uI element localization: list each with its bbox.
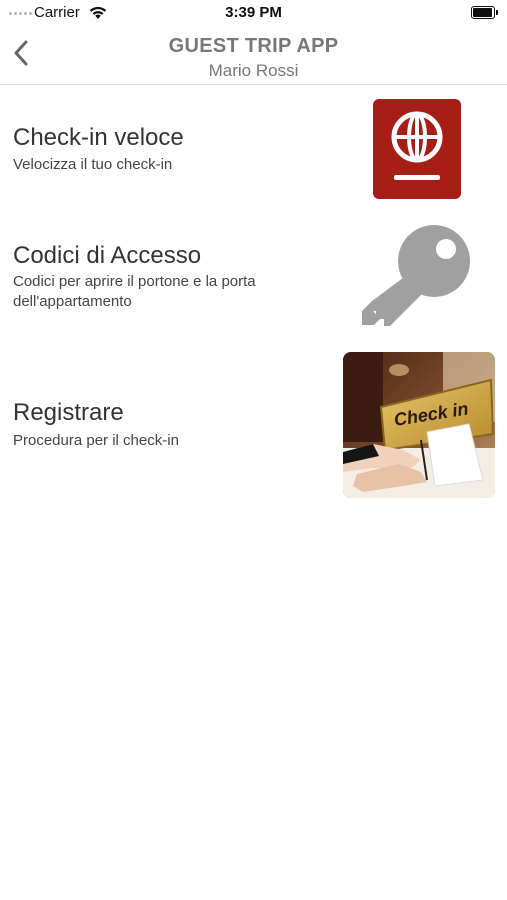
menu-item-title: Check-in veloce [13, 124, 184, 151]
menu-item-description: Codici per aprire il portone e la porta … [13, 273, 256, 310]
status-bar: Carrier 3:39 PM [0, 0, 507, 26]
menu-item-title: Codici di Accesso [13, 242, 202, 269]
menu-item-title: Registrare [13, 399, 124, 426]
check-in-photo: Check in [343, 352, 495, 498]
passport-icon [373, 99, 461, 199]
key-icon [362, 225, 470, 326]
user-name: Mario Rossi [208, 61, 299, 80]
menu-item-description: Procedura per il check-in [13, 432, 179, 449]
menu-item-check-in-veloce[interactable]: Check-in veloce Velocizza il tuo check-i… [0, 92, 507, 207]
app-title: GUEST TRIP APP [168, 35, 339, 57]
menu-item-description: Velocizza il tuo check-in [13, 156, 173, 173]
menu-item-codici-di-accesso[interactable]: Codici di Accesso Codici per aprire il p… [0, 215, 507, 335]
menu-item-registrare[interactable]: Registrare Procedura per il check-in Che… [0, 347, 507, 502]
battery-icon [471, 6, 498, 19]
navigation-bar: GUEST TRIP APP Mario Rossi [0, 26, 507, 85]
clock: 3:39 PM [225, 4, 282, 21]
